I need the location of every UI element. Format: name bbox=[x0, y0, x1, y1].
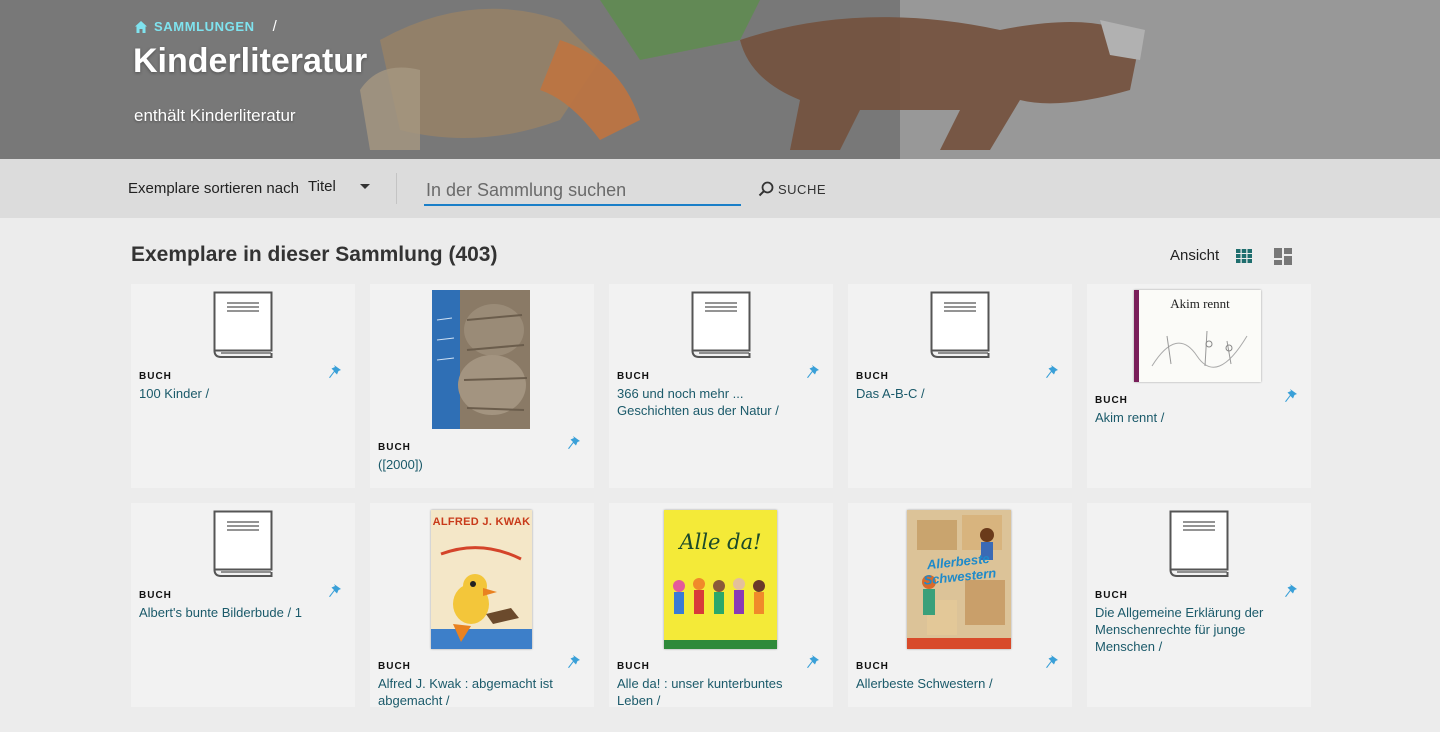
results-heading: Exemplare in dieser Sammlung (403) bbox=[131, 243, 498, 266]
toolbar-divider bbox=[396, 173, 397, 204]
collection-item-card[interactable]: Allerbeste Schwestern BUCH Allerbeste Sc… bbox=[848, 503, 1072, 707]
home-icon[interactable] bbox=[134, 20, 148, 34]
breadcrumb: SAMMLUNGEN / bbox=[134, 18, 277, 35]
item-title-link[interactable]: Allerbeste Schwestern / bbox=[856, 675, 1046, 692]
collection-item-card[interactable]: BUCH Albert's bunte Bilderbude / 1 bbox=[131, 503, 355, 707]
item-type: BUCH bbox=[1095, 395, 1128, 406]
cover-title: Akim rennt bbox=[1170, 296, 1230, 311]
collection-item-card[interactable]: Alle da! BUCH Alle da! : unser kunterbun… bbox=[609, 503, 833, 709]
book-placeholder-icon bbox=[691, 291, 751, 359]
collection-item-card[interactable]: Akim rennt BUCH Akim rennt / bbox=[1087, 284, 1311, 488]
sort-label: Exemplare sortieren nach bbox=[128, 180, 299, 197]
book-cover-image: ALFRED J. KWAK bbox=[431, 510, 532, 649]
item-title-link[interactable]: Albert's bunte Bilderbude / 1 bbox=[139, 604, 329, 621]
cover-title: Alle da! bbox=[679, 530, 762, 554]
tile-view-icon[interactable] bbox=[1274, 248, 1292, 265]
item-title-link[interactable]: Alfred J. Kwak : abgemacht ist abgemacht… bbox=[378, 675, 568, 709]
item-title-link[interactable]: 366 und noch mehr ... Geschichten aus de… bbox=[617, 385, 807, 419]
pin-icon[interactable] bbox=[1285, 584, 1297, 598]
collection-search-input[interactable] bbox=[424, 176, 741, 206]
book-cover-image: Akim rennt bbox=[1134, 290, 1261, 382]
book-cover-image: Allerbeste Schwestern bbox=[907, 510, 1011, 649]
pin-icon[interactable] bbox=[1046, 655, 1058, 669]
item-type: BUCH bbox=[856, 661, 889, 672]
grid-view-icon[interactable] bbox=[1236, 249, 1252, 263]
book-cover-image: Alle da! bbox=[664, 510, 777, 649]
book-cover-image bbox=[432, 290, 530, 429]
collection-item-card[interactable]: BUCH Das A-B-C / bbox=[848, 284, 1072, 488]
breadcrumb-separator: / bbox=[272, 18, 278, 35]
item-title-link[interactable]: Alle da! : unser kunterbuntes Leben / bbox=[617, 675, 807, 709]
pin-icon[interactable] bbox=[568, 655, 580, 669]
item-title-link[interactable]: ([2000]) bbox=[378, 456, 568, 473]
item-type: BUCH bbox=[139, 371, 172, 382]
page-title: Kinderliteratur bbox=[133, 42, 368, 80]
item-type: BUCH bbox=[617, 661, 650, 672]
item-title-link[interactable]: Die Allgemeine Erklärung der Menschenrec… bbox=[1095, 604, 1285, 655]
item-type: BUCH bbox=[856, 371, 889, 382]
pin-icon[interactable] bbox=[329, 365, 341, 379]
collection-description: enthält Kinderliteratur bbox=[134, 106, 296, 125]
pin-icon[interactable] bbox=[1285, 389, 1297, 403]
collection-item-card[interactable]: BUCH 100 Kinder / bbox=[131, 284, 355, 488]
book-placeholder-icon bbox=[930, 291, 990, 359]
item-title-link[interactable]: Das A-B-C / bbox=[856, 385, 1046, 402]
item-title-link[interactable]: 100 Kinder / bbox=[139, 385, 329, 402]
collection-item-card[interactable]: BUCH ([2000]) bbox=[370, 284, 594, 488]
pin-icon[interactable] bbox=[329, 584, 341, 598]
item-type: BUCH bbox=[378, 442, 411, 453]
chevron-down-icon bbox=[359, 184, 370, 189]
pin-icon[interactable] bbox=[1046, 365, 1058, 379]
book-placeholder-icon bbox=[213, 291, 273, 359]
breadcrumb-collections-link[interactable]: SAMMLUNGEN bbox=[154, 19, 255, 34]
view-label: Ansicht bbox=[1170, 247, 1220, 264]
book-placeholder-icon bbox=[1169, 510, 1229, 578]
item-type: BUCH bbox=[378, 661, 411, 672]
cover-title: ALFRED J. KWAK bbox=[432, 516, 531, 528]
collection-item-card[interactable]: ALFRED J. KWAK BUCH Alfred J. Kwak : abg… bbox=[370, 503, 594, 709]
item-type: BUCH bbox=[1095, 590, 1128, 601]
pin-icon[interactable] bbox=[807, 365, 819, 379]
search-button[interactable]: SUCHE bbox=[758, 181, 826, 197]
item-type: BUCH bbox=[139, 590, 172, 601]
collection-item-card[interactable]: BUCH Die Allgemeine Erklärung der Mensch… bbox=[1087, 503, 1311, 707]
item-title-link[interactable]: Akim rennt / bbox=[1095, 409, 1285, 426]
book-placeholder-icon bbox=[213, 510, 273, 578]
pin-icon[interactable] bbox=[568, 436, 580, 450]
item-type: BUCH bbox=[617, 371, 650, 382]
sort-selected-value: Titel bbox=[308, 178, 336, 195]
pin-icon[interactable] bbox=[807, 655, 819, 669]
sort-select[interactable]: Titel bbox=[308, 178, 370, 195]
search-button-label: SUCHE bbox=[778, 181, 827, 197]
search-icon bbox=[758, 181, 774, 197]
collection-hero: SAMMLUNGEN / Kinderliteratur enthält Kin… bbox=[0, 0, 1440, 159]
collection-item-card[interactable]: BUCH 366 und noch mehr ... Geschichten a… bbox=[609, 284, 833, 488]
